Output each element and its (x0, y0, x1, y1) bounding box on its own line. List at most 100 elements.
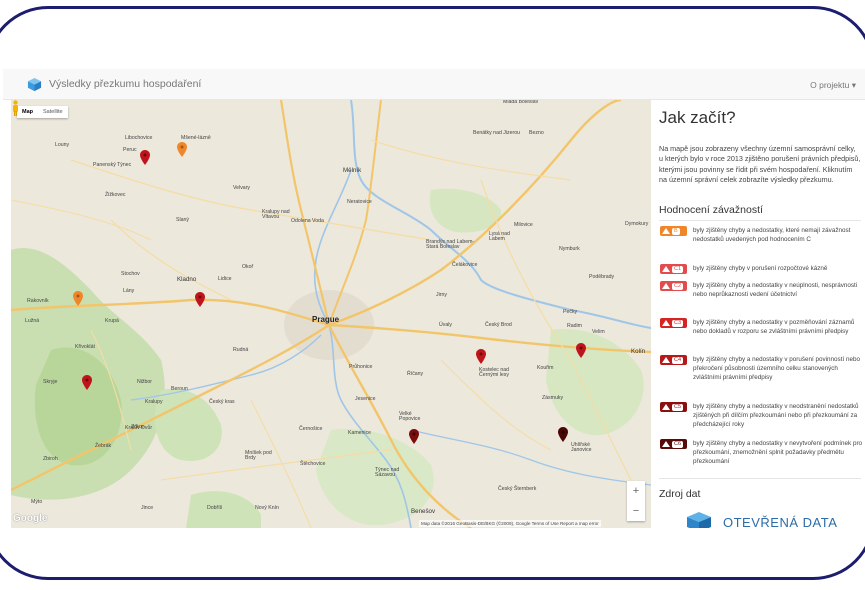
map-marker-pin-icon[interactable] (73, 291, 83, 306)
about-menu[interactable]: O projektu ▾ (810, 80, 856, 91)
place-label: Velké Popovice (399, 411, 421, 423)
place-label: Kralupy (145, 399, 163, 405)
map-marker-pin-icon[interactable] (576, 343, 586, 358)
place-label: Mšené-lázně (181, 135, 211, 141)
place-label: Mníšek pod Brdy (245, 450, 272, 462)
legend-text: byly zjištěny chyby a nedostatky v neods… (693, 403, 859, 428)
place-label: Lidice (218, 276, 232, 282)
place-label: Černošice (299, 426, 323, 432)
place-label: Český Šternberk (498, 486, 537, 492)
map-marker-pin-icon[interactable] (195, 292, 205, 307)
warning-icon (662, 266, 670, 272)
place-label: Poděbrady (589, 274, 615, 280)
place-label: Křivoklát (75, 344, 95, 350)
place-label: Úvaly (439, 322, 452, 328)
place-label: Libochovice (125, 135, 153, 141)
place-label: Zásmuky (542, 395, 564, 401)
place-label: Dymokury (625, 221, 649, 227)
place-label: Louny (55, 142, 70, 148)
place-label: Český kras (209, 399, 235, 405)
place-label: Odolena Voda (291, 218, 324, 224)
google-logo[interactable]: Google (13, 513, 47, 524)
place-label: Kostelec nad Černými lesy (479, 367, 509, 379)
map-marker-pin-icon[interactable] (476, 349, 486, 364)
sidebar: Jak začít? Na mapě jsou zobrazeny všechn… (659, 100, 865, 528)
open-data-logo-text[interactable]: OTEVŘENÁ DATA (723, 515, 837, 528)
place-label: Panenský Týnec (93, 162, 132, 168)
source-heading: Zdroj dat (659, 488, 701, 500)
place-label: Říčany (407, 371, 424, 377)
map-marker-pin-icon[interactable] (409, 429, 419, 444)
map-marker-pin-icon[interactable] (140, 150, 150, 165)
place-label: Jesenice (355, 396, 376, 402)
map-type-satellite-button[interactable]: Satellite (38, 106, 68, 118)
warning-icon (662, 441, 670, 447)
place-label: Nový Knín (255, 505, 279, 511)
open-data-logo-icon[interactable] (687, 512, 711, 528)
legend-text: byly zjištěny chyby a nedostatky v pozmě… (693, 319, 855, 335)
place-label: Králův Dvůr (125, 425, 153, 431)
place-label: Lysá nad Labem (489, 231, 510, 243)
cube-logo-icon[interactable] (27, 77, 42, 92)
place-label: Beroun (171, 386, 188, 392)
place-label: Žižkovec (105, 192, 126, 198)
place-label: Rakovník (27, 298, 49, 304)
place-label: Stochov (121, 271, 140, 277)
map-marker-pin-icon[interactable] (82, 375, 92, 390)
warning-icon (662, 320, 670, 326)
place-label: Jince (141, 505, 154, 511)
place-label: Benátky nad Jizerou (473, 130, 521, 136)
place-label: Lány (123, 288, 135, 294)
app-window: Výsledky přezkumu hospodaření O projektu… (3, 9, 865, 577)
map-marker-pin-icon[interactable] (177, 142, 187, 157)
place-label: Slaný (176, 217, 189, 223)
sidebar-intro: Na mapě jsou zobrazeny všechny územní sa… (659, 144, 861, 185)
place-label: Benešov (411, 508, 436, 515)
legend-text: byly zjištěny chyby v porušení rozpočtov… (693, 265, 828, 272)
severity-badge: C3 (660, 318, 687, 328)
zoom-out-button[interactable]: − (627, 501, 645, 521)
place-label: Štěchovice (300, 461, 326, 467)
place-label: Rudná (233, 347, 249, 353)
app-title[interactable]: Výsledky přezkumu hospodaření (49, 78, 201, 90)
warning-icon (662, 357, 670, 363)
severity-badge: C4 (660, 355, 687, 365)
place-label: Prague (312, 315, 340, 324)
map-marker-pin-icon[interactable] (558, 427, 568, 442)
place-label: Kouřim (537, 365, 554, 371)
place-label: Lužná (25, 318, 40, 324)
severity-heading: Hodnocení závažností (659, 204, 763, 216)
place-label: Kamenice (348, 430, 372, 436)
severity-badge: C6 (660, 439, 687, 449)
map-type-control: Map Satellite (17, 106, 68, 118)
divider (659, 478, 861, 479)
map-type-map-button[interactable]: Map (17, 106, 38, 118)
place-label: Kolín (631, 348, 646, 355)
legend-text: byly zjištěny chyby a nedostatky, které … (693, 227, 851, 243)
place-label: Bezno (529, 130, 544, 136)
legend-text: byly zjištěny chyby a nedostatky v poruš… (693, 356, 860, 381)
place-label: Pečky (563, 309, 578, 315)
place-label: Český Brod (485, 322, 512, 328)
place-label: Skryje (43, 379, 58, 385)
severity-badge: B (660, 226, 687, 236)
place-label: Jirny (436, 292, 447, 298)
place-label: Milovice (514, 222, 533, 228)
map-attribution[interactable]: Map data ©2016 GeoBasis-DE/BKG (©2009), … (419, 520, 601, 527)
zoom-in-button[interactable]: + (627, 481, 645, 501)
place-label: Mýto (31, 499, 43, 505)
street-view-pegman-icon[interactable] (11, 100, 20, 116)
zoom-control: + − (627, 481, 645, 521)
warning-icon (662, 228, 670, 234)
place-label: Dobříš (207, 505, 223, 511)
divider (659, 220, 861, 221)
legend-text: byly zjištěny chyby a nedostatky v nevyt… (693, 440, 863, 465)
place-label: Žebrák (95, 443, 112, 449)
place-label: Velvary (233, 185, 251, 191)
legend-text: byly zjištěny chyby a nedostatky v neúpl… (693, 282, 858, 298)
map-view[interactable]: Map Satellite Prague Kladno Mělník Mladá… (11, 100, 651, 528)
place-label: Zbiroh (43, 456, 58, 462)
device-frame: Výsledky přezkumu hospodaření O projektu… (0, 6, 865, 580)
sidebar-title: Jak začít? (659, 108, 736, 127)
place-label: Mělník (343, 167, 362, 174)
